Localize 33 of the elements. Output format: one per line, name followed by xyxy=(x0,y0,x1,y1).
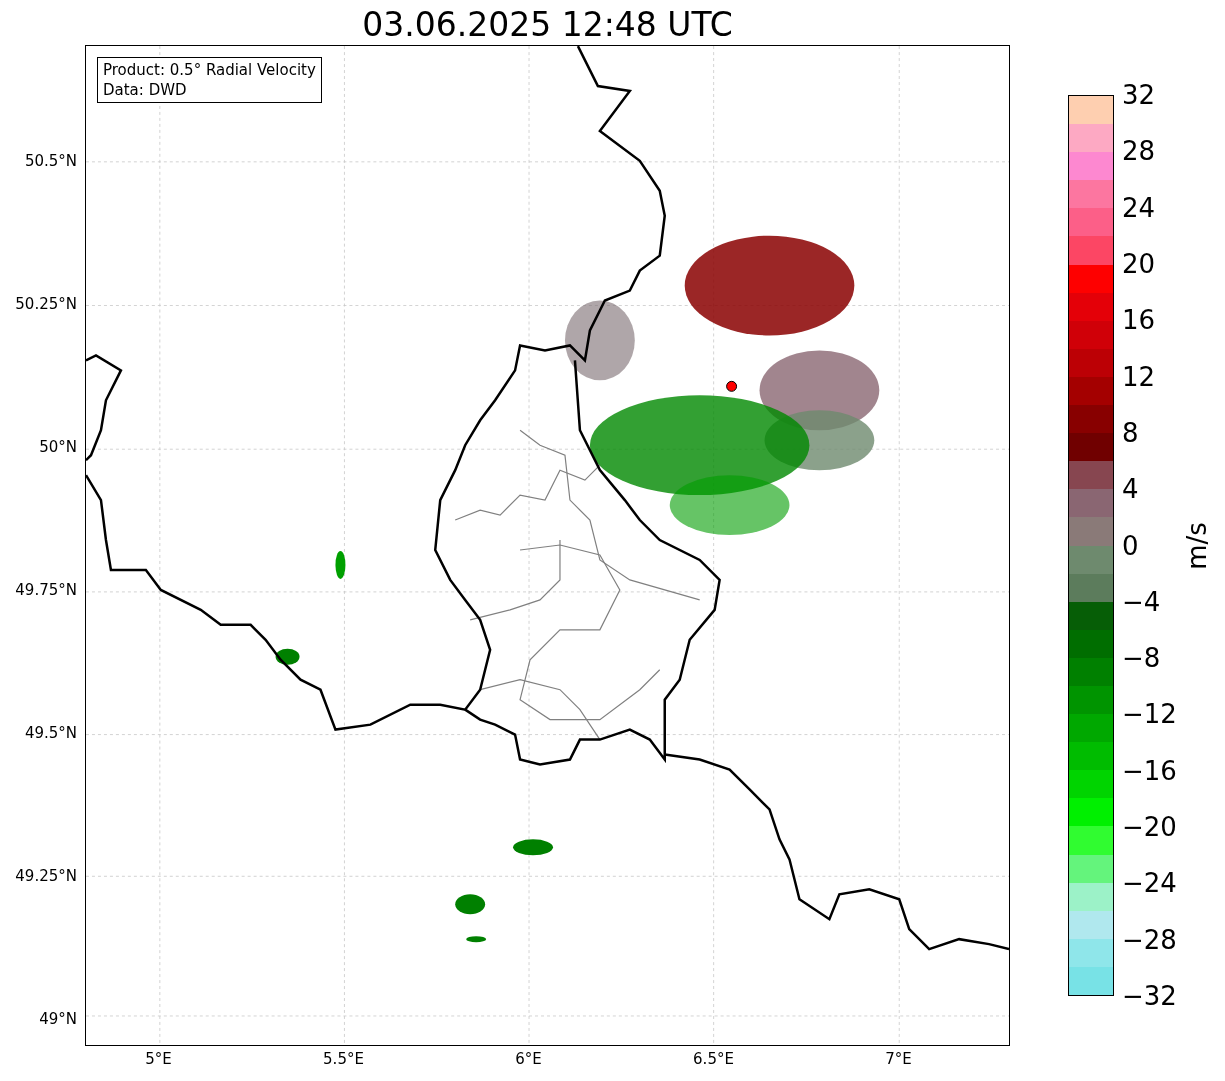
axis-tick-label: 6°E xyxy=(515,1049,542,1070)
colorbar-tick-label: 24 xyxy=(1122,192,1157,223)
colorbar-tick-label: 4 xyxy=(1122,474,1140,505)
colorbar-tick-label: −4 xyxy=(1122,586,1162,617)
axis-tick-label: 49.5°N xyxy=(24,723,77,742)
axis-tick-label: 50.5°N xyxy=(24,151,77,170)
chart-title: 03.06.2025 12:48 UTC xyxy=(362,3,733,45)
colorbar-tick-label: −28 xyxy=(1122,924,1177,955)
axis-tick-label: 49.75°N xyxy=(15,580,77,599)
colorbar-tick-label: 20 xyxy=(1122,248,1157,279)
colorbar-tick-label: 8 xyxy=(1122,417,1140,448)
axis-tick-label: 7°E xyxy=(885,1049,912,1070)
info-text: Data: DWD xyxy=(103,80,188,100)
info-text: Product: 0.5° Radial Velocity xyxy=(103,60,316,80)
axis-tick-label: 5.5°E xyxy=(323,1049,364,1070)
colorbar-tick-label: 28 xyxy=(1122,136,1157,167)
colorbar-tick-label: −20 xyxy=(1122,812,1177,843)
colorbar-tick-label: −24 xyxy=(1122,868,1177,899)
colorbar-tick-label: −16 xyxy=(1122,755,1177,786)
axis-tick-label: 50°N xyxy=(39,437,77,456)
colorbar-tick-label: 0 xyxy=(1122,530,1140,561)
colorbar-tick-label: 16 xyxy=(1122,305,1157,336)
axis-tick-label: 49°N xyxy=(39,1009,77,1028)
axis-tick-label: 5°E xyxy=(145,1049,172,1070)
colorbar-tick-label: −8 xyxy=(1122,643,1162,674)
colorbar-tick-label: 12 xyxy=(1122,361,1157,392)
colorbar-tick-label: −12 xyxy=(1122,699,1177,730)
colorbar-tick-label: −32 xyxy=(1122,981,1177,1011)
colorbar-label: m/s xyxy=(1181,521,1212,570)
colorbar-tick-label: 32 xyxy=(1122,80,1157,110)
axis-tick-label: 50.25°N xyxy=(15,294,77,313)
axis-tick-label: 6.5°E xyxy=(693,1049,734,1070)
axis-tick-label: 49.25°N xyxy=(15,866,77,885)
